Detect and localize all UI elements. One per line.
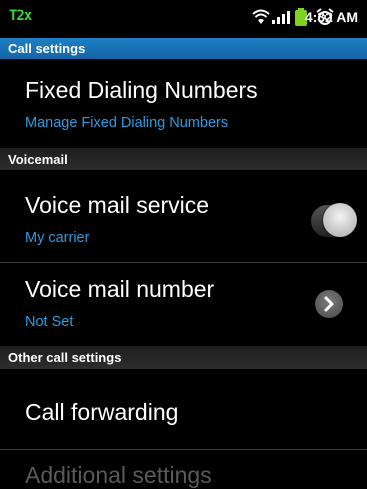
- item-title: Voice mail service: [25, 192, 210, 218]
- voice-mail-service-toggle[interactable]: [311, 203, 357, 239]
- status-time: 4:32 AM: [304, 9, 358, 25]
- item-title: Additional settings: [25, 462, 212, 488]
- item-title: Fixed Dialing Numbers: [25, 77, 258, 103]
- list-item-additional-settings[interactable]: Additional settings: [0, 450, 367, 488]
- list-item-call-forwarding[interactable]: Call forwarding: [0, 369, 367, 449]
- status-bar: T2x 4:32 AM: [0, 0, 367, 34]
- section-header-voicemail: Voicemail: [0, 148, 367, 170]
- app-notification-icon: T2x: [9, 8, 32, 24]
- item-title: Voice mail number: [25, 276, 215, 302]
- page-title-bar: Call settings: [0, 38, 367, 59]
- wifi-icon: [252, 9, 270, 24]
- item-subtitle: My carrier: [25, 230, 90, 246]
- page-title: Call settings: [8, 41, 86, 56]
- item-subtitle: Not Set: [25, 314, 74, 330]
- section-header-label: Voicemail: [8, 152, 68, 167]
- item-subtitle: Manage Fixed Dialing Numbers: [25, 115, 229, 131]
- item-title: Call forwarding: [25, 399, 179, 425]
- list-item-voice-mail-number[interactable]: Voice mail number Not Set: [0, 263, 367, 346]
- chevron-glyph: [324, 296, 334, 312]
- toggle-knob: [323, 203, 357, 237]
- signal-icon: [272, 11, 290, 24]
- chevron-right-icon[interactable]: [315, 290, 343, 318]
- section-header-label: Other call settings: [8, 350, 122, 365]
- section-header-other-call-settings: Other call settings: [0, 346, 367, 369]
- list-item-fixed-dialing-numbers[interactable]: Fixed Dialing Numbers Manage Fixed Diali…: [0, 59, 367, 147]
